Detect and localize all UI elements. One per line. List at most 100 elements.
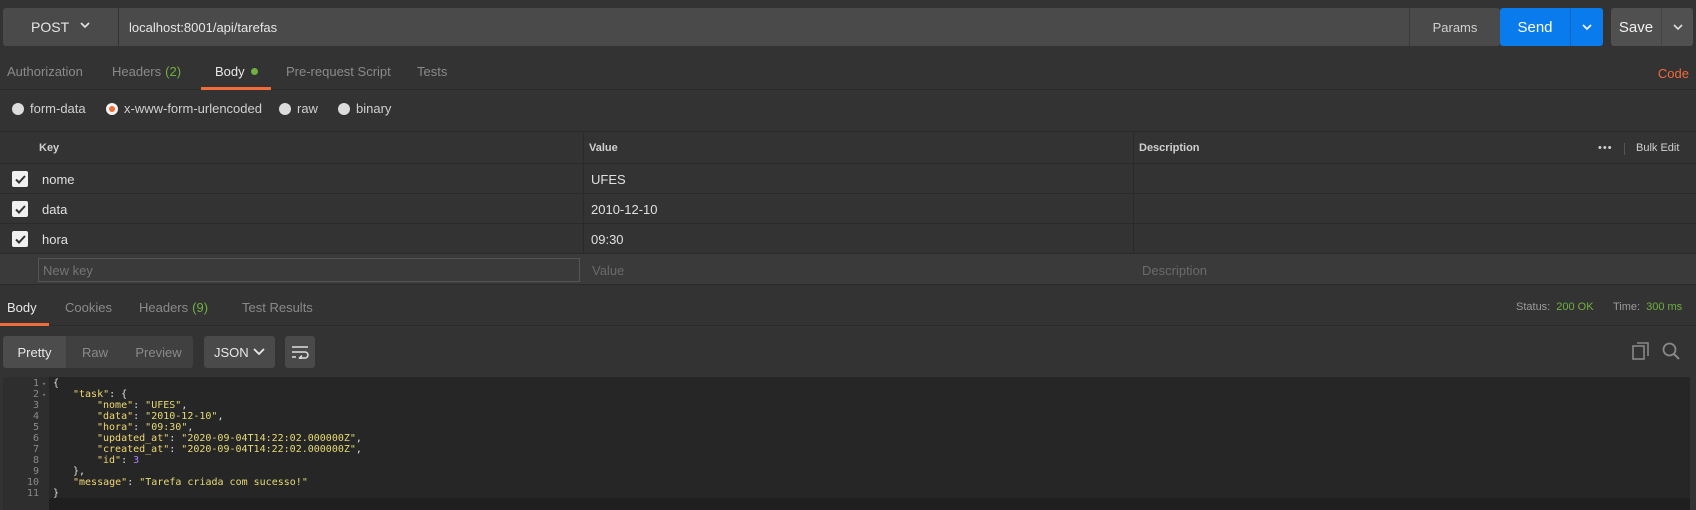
code-line: {: [53, 378, 60, 389]
wrap-lines-button[interactable]: [285, 336, 315, 368]
radio-raw-label: raw: [297, 101, 318, 116]
url-text: localhost:8001/api/tarefas: [129, 19, 278, 35]
tab-authorization[interactable]: Authorization: [7, 64, 83, 79]
json-value-data: 2010-12-10: [151, 411, 212, 422]
search-icon[interactable]: [1662, 342, 1680, 360]
tab-tests[interactable]: Tests: [417, 64, 447, 79]
copy-icon[interactable]: [1632, 342, 1650, 360]
new-description-placeholder[interactable]: Description: [1142, 263, 1207, 278]
checkmark-icon: [14, 204, 26, 214]
current-line-highlight: [49, 498, 1690, 510]
row-checkbox[interactable]: [12, 201, 28, 217]
table-row: hora 09:30: [0, 224, 1696, 254]
status-indicator: Status: 200 OK: [1516, 301, 1594, 313]
row-value[interactable]: 2010-12-10: [591, 202, 658, 217]
wrap-lines-icon: [292, 346, 309, 359]
time-indicator: Time: 300 ms: [1613, 301, 1682, 313]
url-input[interactable]: localhost:8001/api/tarefas: [119, 8, 1409, 46]
preview-button[interactable]: Preview: [124, 336, 193, 368]
time-value: 300 ms: [1646, 301, 1683, 313]
line-number: 11: [26, 488, 39, 499]
row-checkbox[interactable]: [12, 171, 28, 187]
json-value-message: Tarefa criada com sucesso!: [145, 477, 302, 488]
bulk-edit-link[interactable]: Bulk Edit: [1636, 142, 1679, 154]
radio-circle: [279, 102, 291, 115]
row-key[interactable]: nome: [42, 172, 75, 187]
radio-circle-selected: [106, 102, 118, 115]
code-link[interactable]: Code: [1658, 66, 1689, 81]
radio-form-data[interactable]: form-data: [12, 101, 86, 116]
chevron-down-icon: [80, 22, 90, 29]
status-value: 200 OK: [1556, 301, 1594, 313]
response-tabs: Body Cookies Headers (9) Test Results Sta…: [0, 290, 1696, 326]
fold-arrow-icon[interactable]: ▾: [42, 389, 48, 401]
new-row: Value Description: [0, 254, 1696, 285]
more-options-icon[interactable]: •••: [1598, 142, 1613, 154]
format-label: JSON: [214, 344, 249, 360]
status-label: Status:: [1516, 301, 1551, 313]
tab-test-results[interactable]: Test Results: [242, 300, 313, 315]
json-value-hora: 09:30: [151, 422, 182, 433]
tab-prerequest-script[interactable]: Pre-request Script: [286, 64, 391, 79]
send-options-button[interactable]: [1570, 8, 1603, 46]
request-bar: POST localhost:8001/api/tarefas Params S…: [0, 0, 1696, 54]
tab-response-body[interactable]: Body: [7, 300, 37, 315]
response-body-editor[interactable]: 1 ▾ 2 ▾ 3 4 5 6 7 8 9 10 11 { "task": { …: [3, 377, 1690, 510]
body-type-selector: form-data x-www-form-urlencoded raw bina…: [0, 90, 1696, 132]
view-mode-group: Pretty Raw Preview: [3, 336, 193, 368]
radio-binary[interactable]: binary: [338, 101, 391, 116]
row-value[interactable]: UFES: [591, 172, 626, 187]
active-tab-underline: [0, 323, 49, 326]
tab-headers[interactable]: Headers (2): [112, 64, 181, 79]
tab-headers-label: Headers: [112, 64, 162, 79]
table-row: data 2010-12-10: [0, 194, 1696, 224]
code-line: "message": "Tarefa criada com sucesso!": [73, 477, 308, 488]
tab-response-headers-label: Headers: [139, 300, 189, 315]
pretty-button[interactable]: Pretty: [3, 336, 66, 368]
row-value[interactable]: 09:30: [591, 232, 624, 247]
save-button[interactable]: Save: [1611, 8, 1661, 46]
column-header-key: Key: [39, 142, 60, 154]
table-row: nome UFES: [0, 164, 1696, 194]
format-select[interactable]: JSON: [204, 336, 275, 368]
json-value-nome: UFES: [151, 400, 176, 411]
radio-raw[interactable]: raw: [279, 101, 318, 116]
column-header-value: Value: [589, 142, 618, 154]
params-button[interactable]: Params: [1409, 8, 1500, 46]
header-divider: [1624, 143, 1625, 155]
checkmark-icon: [14, 234, 26, 244]
new-key-input[interactable]: [38, 258, 580, 282]
raw-button[interactable]: Raw: [66, 336, 124, 368]
row-key[interactable]: hora: [42, 232, 68, 247]
tab-cookies[interactable]: Cookies: [65, 300, 112, 315]
radio-urlencoded[interactable]: x-www-form-urlencoded: [106, 101, 262, 116]
radio-circle: [12, 102, 24, 115]
request-tabs: Authorization Headers (2) Body Pre-reques…: [0, 54, 1696, 90]
body-indicator-dot: [250, 68, 258, 75]
json-value-created-at: 2020-09-04T14:22:02.000000Z: [187, 444, 350, 455]
chevron-down-icon: [1582, 24, 1592, 31]
radio-urlencoded-label: x-www-form-urlencoded: [124, 101, 262, 116]
chevron-down-icon: [1672, 24, 1683, 31]
chevron-down-icon: [253, 348, 265, 356]
row-key[interactable]: data: [42, 202, 67, 217]
method-label: POST: [31, 19, 70, 35]
tab-body[interactable]: Body: [215, 64, 258, 79]
headers-count: (2): [165, 64, 182, 79]
method-select[interactable]: POST: [3, 8, 118, 46]
response-headers-count: (9): [192, 300, 209, 315]
save-options-button[interactable]: [1661, 8, 1693, 46]
new-value-placeholder[interactable]: Value: [592, 263, 624, 278]
code-line: "id": 3: [97, 455, 140, 466]
send-button[interactable]: Send: [1500, 8, 1570, 46]
tab-response-headers[interactable]: Headers (9): [139, 300, 208, 315]
row-checkbox[interactable]: [12, 231, 28, 247]
json-value-id: 3: [133, 455, 140, 466]
radio-binary-label: binary: [356, 101, 392, 116]
code-line: }: [53, 488, 60, 499]
radio-form-data-label: form-data: [30, 101, 86, 116]
radio-circle: [338, 102, 350, 115]
checkmark-icon: [14, 174, 26, 184]
json-value-updated-at: 2020-09-04T14:22:02.000000Z: [187, 433, 350, 444]
tab-body-label: Body: [215, 64, 245, 79]
